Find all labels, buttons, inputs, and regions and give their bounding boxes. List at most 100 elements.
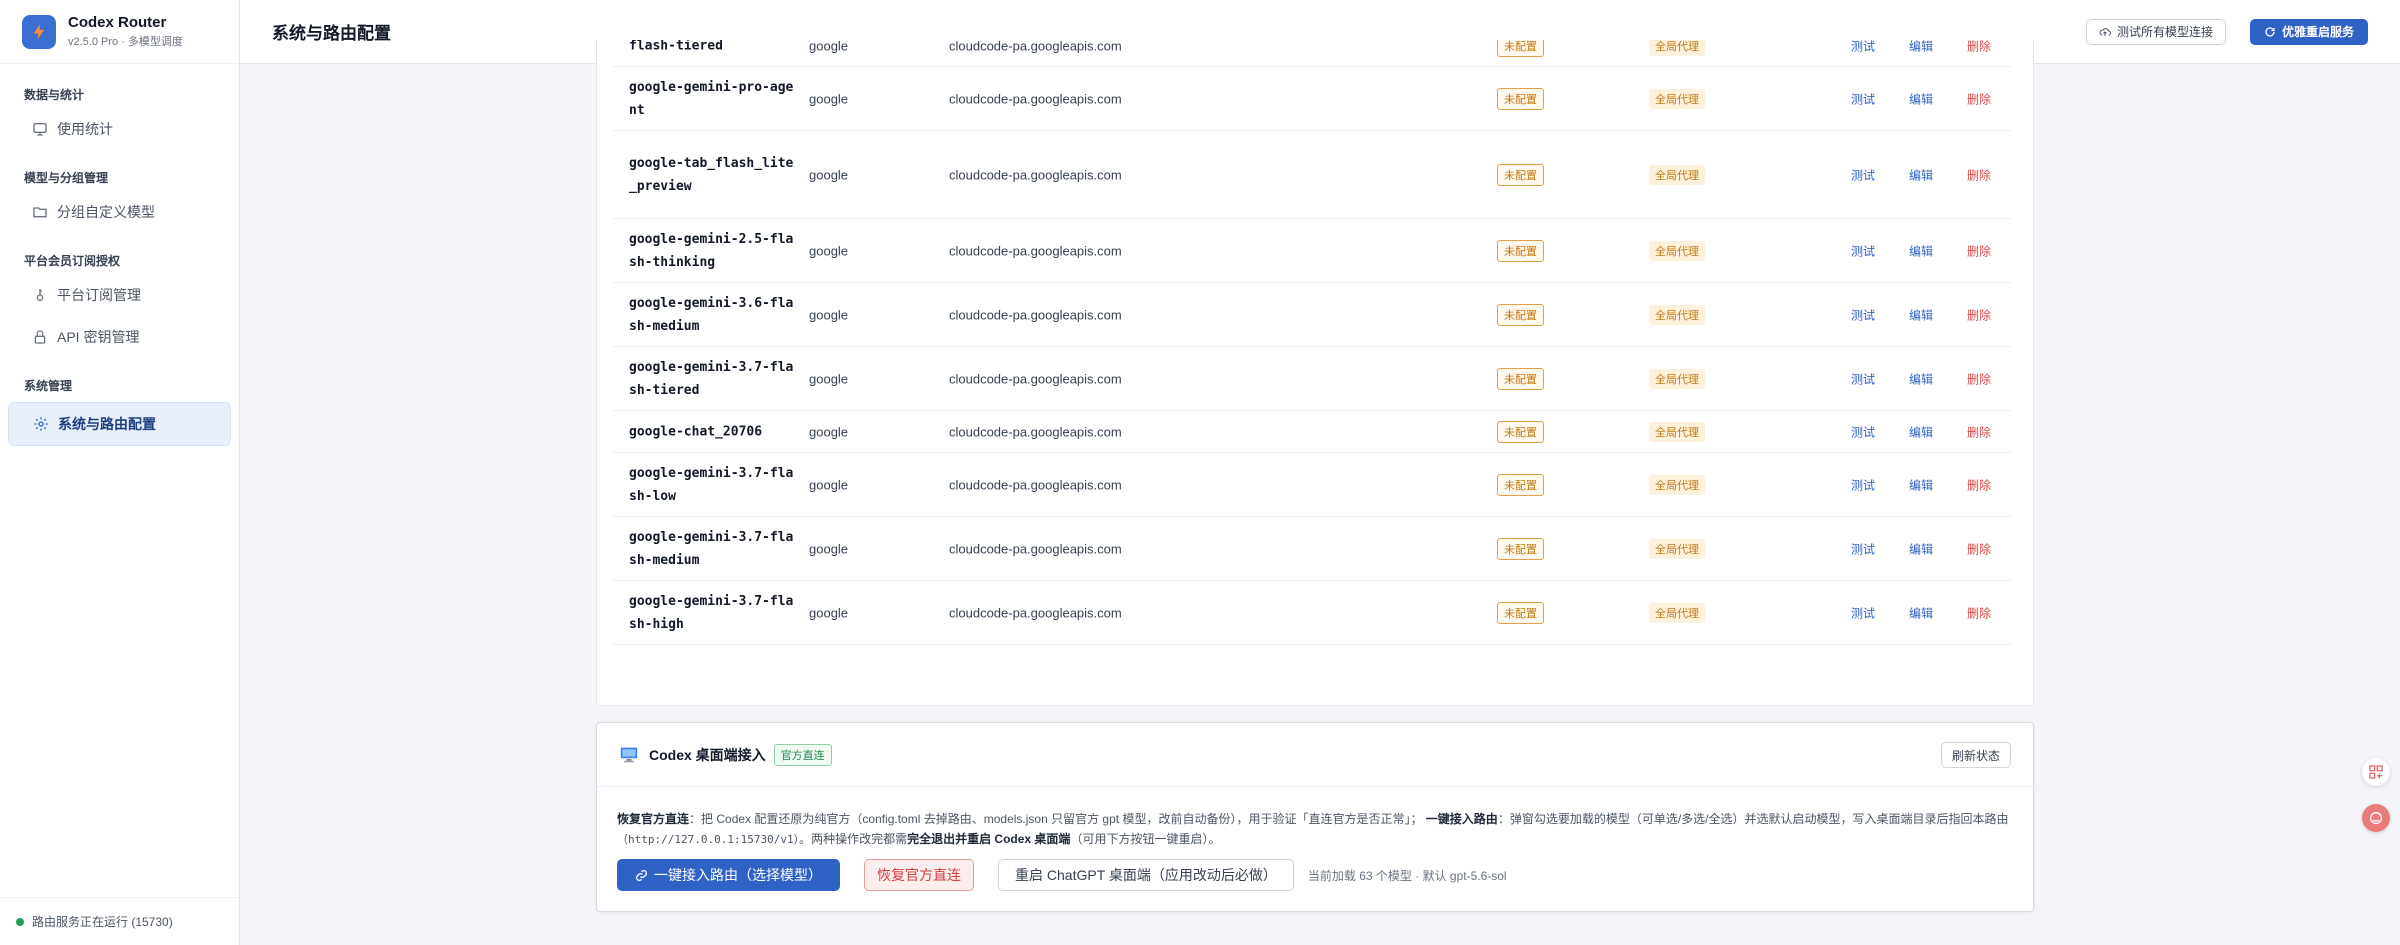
- model-name: google-chat_20706: [629, 424, 763, 439]
- model-name: google-gemini-2.5-flash-thinking: [629, 231, 794, 270]
- test-button[interactable]: 测试: [1851, 604, 1875, 621]
- model-endpoint: cloudcode-pa.googleapis.com: [949, 91, 1122, 106]
- restore-official-button[interactable]: 恢复官方直连: [864, 859, 974, 891]
- brand: Codex Router v2.5.0 Pro · 多模型调度: [0, 0, 239, 64]
- status-badge: 未配置: [1497, 601, 1544, 624]
- delete-button[interactable]: 删除: [1967, 242, 1991, 259]
- edit-button[interactable]: 编辑: [1909, 423, 1933, 440]
- edit-button[interactable]: 编辑: [1909, 540, 1933, 557]
- desc-url: （http://127.0.0.1:15730/v1）: [617, 833, 800, 846]
- test-all-connections-button[interactable]: 测试所有模型连接: [2085, 18, 2226, 45]
- model-provider: google: [809, 307, 849, 322]
- desc-text: （可用下方按钮一键重启）。: [1070, 832, 1221, 846]
- assistant-float-icon[interactable]: [2362, 804, 2390, 832]
- delete-button[interactable]: 删除: [1967, 370, 1991, 387]
- proxy-mode-badge: 全局代理: [1649, 240, 1705, 261]
- test-button[interactable]: 测试: [1851, 423, 1875, 440]
- proxy-mode-badge: 全局代理: [1649, 474, 1705, 495]
- model-name: google-gemini-3.7-flash-tiered: [629, 359, 794, 398]
- delete-button[interactable]: 删除: [1967, 604, 1991, 621]
- sidebar-item-group-models[interactable]: 分组自定义模型: [8, 194, 231, 230]
- delete-button[interactable]: 删除: [1967, 476, 1991, 493]
- table-row: google-gemini-3.7-flash-medium google clou…: [613, 517, 2011, 581]
- refresh-status-button[interactable]: 刷新状态: [1940, 742, 2011, 768]
- edit-button[interactable]: 编辑: [1909, 90, 1933, 107]
- status-badge: 未配置: [1497, 303, 1544, 326]
- delete-button[interactable]: 删除: [1967, 166, 1991, 183]
- restart-chatgpt-button[interactable]: 重启 ChatGPT 桌面端（应用改动后必做）: [998, 859, 1294, 891]
- test-button[interactable]: 测试: [1851, 540, 1875, 557]
- status-badge: 未配置: [1497, 163, 1544, 186]
- model-name: google-gemini-3.7-flash-medium: [629, 529, 794, 568]
- model-name: google-gemini-3.7-flash-low: [629, 465, 794, 504]
- status-badge: 未配置: [1497, 420, 1544, 443]
- edit-button[interactable]: 编辑: [1909, 604, 1933, 621]
- test-button[interactable]: 测试: [1851, 242, 1875, 259]
- codex-desktop-card: Codex 桌面端接入 官方直连 刷新状态 恢复官方直连：把 Codex 配置还…: [596, 722, 2034, 912]
- chart-icon: [33, 123, 47, 136]
- desc-text: ：弹窗勾选要加载的模型（可单选/多选/全选）并选默认启动模型，写入桌面端目录后指…: [1497, 812, 2009, 826]
- model-name: google-tab_flash_lite_preview: [629, 155, 794, 194]
- delete-button[interactable]: 删除: [1967, 90, 1991, 107]
- test-button[interactable]: 测试: [1851, 476, 1875, 493]
- one-click-route-button[interactable]: 一键接入路由（选择模型）: [617, 859, 840, 891]
- delete-button[interactable]: 删除: [1967, 423, 1991, 440]
- lock-icon: [34, 330, 46, 344]
- nav-section-title: 数据与统计: [24, 88, 85, 102]
- apps-float-icon[interactable]: [2362, 758, 2390, 786]
- desc-route-bold: 一键接入路由: [1425, 812, 1498, 826]
- sidebar-item-usage-stats[interactable]: 使用统计: [8, 111, 231, 147]
- sidebar-item-label: 系统与路由配置: [58, 416, 156, 432]
- model-provider: google: [809, 40, 849, 53]
- status-badge: 未配置: [1497, 367, 1544, 390]
- status-badge: 未配置: [1497, 239, 1544, 262]
- test-button[interactable]: 测试: [1851, 166, 1875, 183]
- link-icon: [635, 869, 648, 881]
- model-provider: google: [809, 541, 849, 556]
- test-button[interactable]: 测试: [1851, 90, 1875, 107]
- model-endpoint: cloudcode-pa.googleapis.com: [949, 477, 1122, 492]
- model-endpoint: cloudcode-pa.googleapis.com: [949, 243, 1122, 258]
- delete-button[interactable]: 删除: [1967, 306, 1991, 323]
- model-name: google-gemini-3.6-flash-medium: [629, 295, 794, 334]
- sidebar-item-system-routing[interactable]: 系统与路由配置: [8, 402, 231, 446]
- status-badge: 未配置: [1497, 87, 1544, 110]
- model-provider: google: [809, 424, 849, 439]
- test-button[interactable]: 测试: [1851, 370, 1875, 387]
- edit-button[interactable]: 编辑: [1909, 476, 1933, 493]
- codex-description: 恢复官方直连：把 Codex 配置还原为纯官方（config.toml 去掉路由…: [617, 809, 2011, 850]
- sidebar-item-subscriptions[interactable]: 平台订阅管理: [8, 277, 231, 313]
- edit-button[interactable]: 编辑: [1909, 166, 1933, 183]
- test-button[interactable]: 测试: [1851, 40, 1875, 54]
- model-table: flash-tiered google cloudcode-pa.googleapi…: [596, 40, 2034, 706]
- model-endpoint: cloudcode-pa.googleapis.com: [949, 424, 1122, 439]
- table-row: google-gemini-3.7-flash-high google cloudc…: [613, 581, 2011, 645]
- sidebar-item-api-keys[interactable]: API 密钥管理: [8, 319, 231, 355]
- restart-label: 优雅重启服务: [2281, 25, 2354, 39]
- status-badge: 未配置: [1497, 473, 1544, 496]
- test-button[interactable]: 测试: [1851, 306, 1875, 323]
- sidebar-item-label: 分组自定义模型: [57, 204, 155, 220]
- edit-button[interactable]: 编辑: [1909, 370, 1933, 387]
- table-row: google-gemini-3.7-flash-tiered google clou…: [613, 347, 2011, 411]
- monitor-icon: [620, 747, 638, 762]
- edit-button[interactable]: 编辑: [1909, 306, 1933, 323]
- proxy-mode-badge: 全局代理: [1649, 368, 1705, 389]
- table-row: google-gemini-3.7-flash-low google cloudco…: [613, 453, 2011, 517]
- refresh-icon: [2265, 26, 2275, 37]
- brand-version: v2.5.0 Pro · 多模型调度: [68, 36, 183, 48]
- nav-section-title: 系统管理: [24, 379, 73, 393]
- delete-button[interactable]: 删除: [1967, 40, 1991, 54]
- graceful-restart-button[interactable]: 优雅重启服务: [2249, 18, 2368, 45]
- cloud-upload-icon: [2099, 27, 2111, 36]
- proxy-mode-badge: 全局代理: [1649, 602, 1705, 623]
- model-name: flash-tiered: [629, 40, 723, 53]
- model-provider: google: [809, 605, 849, 620]
- nav-section-title: 平台会员订阅授权: [24, 254, 121, 268]
- edit-button[interactable]: 编辑: [1909, 242, 1933, 259]
- service-status-text: 路由服务正在运行 (15730): [32, 915, 173, 929]
- test-all-label: 测试所有模型连接: [2116, 25, 2213, 39]
- edit-button[interactable]: 编辑: [1909, 40, 1933, 54]
- model-provider: google: [809, 477, 849, 492]
- delete-button[interactable]: 删除: [1967, 540, 1991, 557]
